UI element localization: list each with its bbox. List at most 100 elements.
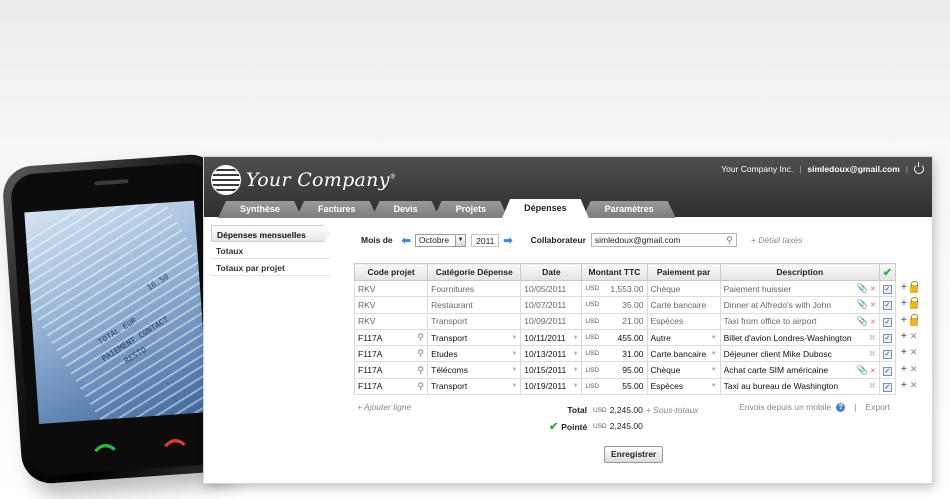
cell-code[interactable]: RKV <box>353 312 429 330</box>
cell-payment[interactable]: Carte bancaire ▼ <box>646 345 721 363</box>
remove-attachment-icon[interactable]: ✕ <box>870 286 876 293</box>
search-icon[interactable]: ⚲ <box>418 365 425 376</box>
delete-row-icon[interactable]: ✕ <box>910 331 918 342</box>
tab-parametres[interactable]: Paramètres <box>583 201 676 218</box>
cell-description[interactable]: Déjeuner client Mike Dubosc ⌘ <box>719 345 880 363</box>
sidebar-item-depenses-mensuelles[interactable]: Dépenses mensuelles <box>211 225 330 242</box>
row-checkbox[interactable]: ✓ <box>882 334 892 344</box>
company-logo[interactable]: Your Company® <box>211 165 396 195</box>
cell-amount[interactable]: USD 35.00 <box>581 296 648 314</box>
cell-checked[interactable]: ✓ <box>878 345 897 363</box>
delete-row-icon[interactable]: ✕ <box>910 347 918 358</box>
table-row[interactable]: F117A ⚲ Transport ▼ 10/11/2011 ▼ USD 455.00 Autr… <box>353 328 897 347</box>
delete-row-icon[interactable]: ✕ <box>910 364 918 375</box>
delete-row-icon[interactable]: ✕ <box>910 380 918 391</box>
cell-date[interactable]: 10/11/2011 ▼ <box>520 328 583 347</box>
cell-category[interactable]: Transport <box>427 312 522 330</box>
cell-description[interactable]: Dinner at Alfredo's with John 📎 ✕ <box>719 296 880 314</box>
detail-taxes-link[interactable]: + Détail taxes <box>751 235 803 245</box>
remove-attachment-icon[interactable]: ✕ <box>870 368 876 375</box>
paperclip-icon[interactable]: 📎 <box>857 316 868 326</box>
cell-date[interactable]: 10/13/2011 ▼ <box>520 345 583 363</box>
cell-date[interactable]: 10/15/2011 ▼ <box>520 361 583 379</box>
cell-category[interactable]: Restaurant <box>427 296 522 314</box>
cell-code[interactable]: RKV <box>353 296 429 314</box>
table-row[interactable]: F117A ⚲ Etudes ▼ 10/13/2011 ▼ USD 31.00 Carte ba… <box>353 345 897 363</box>
add-row-icon[interactable]: + <box>901 282 907 293</box>
cell-payment[interactable]: Carte bancaire <box>646 296 721 314</box>
paperclip-icon[interactable]: 📎 <box>857 365 868 375</box>
help-icon[interactable]: ? <box>836 402 846 412</box>
cell-category[interactable]: Fournitures <box>427 279 522 298</box>
column-header-code[interactable]: Code projet <box>353 263 429 281</box>
cell-code[interactable]: F117A ⚲ <box>353 377 429 396</box>
cell-code[interactable]: F117A ⚲ <box>353 345 429 363</box>
attach-icon[interactable]: ⌘ <box>869 334 876 342</box>
row-checkbox[interactable]: ✓ <box>882 285 892 295</box>
table-row[interactable]: RKV Restaurant 10/07/2011 USD 35.00 Carte ban… <box>353 296 897 314</box>
cell-description[interactable]: Billet d'avion Londres-Washington ⌘ <box>719 328 880 347</box>
add-row-icon[interactable]: + <box>901 380 907 391</box>
column-header-payment[interactable]: Paiement par <box>646 263 721 281</box>
save-button[interactable]: Enregistrer <box>604 446 664 463</box>
cell-date[interactable]: 10/07/2011 <box>520 296 583 314</box>
cell-checked[interactable]: ✓ <box>878 377 897 396</box>
cell-category[interactable]: Etudes ▼ <box>427 345 522 363</box>
year-field[interactable]: 2011 <box>471 233 500 247</box>
row-checkbox[interactable]: ✓ <box>882 382 892 392</box>
add-line-link[interactable]: + Ajouter ligne <box>357 402 411 412</box>
cell-checked[interactable]: ✓ <box>878 279 897 298</box>
subtotals-link[interactable]: + Sous-totaux <box>646 405 699 415</box>
cell-checked[interactable]: ✓ <box>878 361 897 379</box>
cell-payment[interactable]: Chèque ▼ <box>646 361 721 379</box>
cell-amount[interactable]: USD 21.00 <box>581 312 648 330</box>
cell-amount[interactable]: USD 95.00 <box>581 361 648 379</box>
attach-icon[interactable]: ⌘ <box>869 350 876 358</box>
previous-month-arrow-icon[interactable]: ⬅ <box>402 234 411 247</box>
cell-date[interactable]: 10/05/2011 <box>520 279 583 298</box>
cell-payment[interactable]: Espèces ▼ <box>646 377 721 396</box>
table-row[interactable]: F117A ⚲ Transport ▼ 10/19/2011 ▼ USD 55.00 Espèc… <box>353 377 897 396</box>
cell-checked[interactable]: ✓ <box>878 296 897 314</box>
cell-category[interactable]: Transport ▼ <box>427 377 522 396</box>
row-checkbox[interactable]: ✓ <box>882 317 892 327</box>
cell-code[interactable]: F117A ⚲ <box>353 328 429 347</box>
paperclip-icon[interactable]: 📎 <box>857 299 868 309</box>
row-checkbox[interactable]: ✓ <box>882 350 892 360</box>
export-link[interactable]: Export <box>865 402 890 412</box>
add-row-icon[interactable]: + <box>901 315 907 326</box>
next-month-arrow-icon[interactable]: ➡ <box>503 234 512 247</box>
table-row[interactable]: RKV Transport 10/09/2011 USD 21.00 Espèces Tax… <box>353 312 897 330</box>
lock-icon[interactable] <box>909 313 919 326</box>
tab-factures[interactable]: Factures <box>296 201 378 218</box>
cell-code[interactable]: RKV <box>353 279 429 298</box>
tab-devis[interactable]: Devis <box>372 201 440 218</box>
cell-description[interactable]: Taxi au bureau de Washington ⌘ <box>719 377 880 396</box>
search-icon[interactable]: ⚲ <box>418 332 425 343</box>
tab-projets[interactable]: Projets <box>434 201 509 218</box>
row-checkbox[interactable]: ✓ <box>882 366 892 376</box>
cell-payment[interactable]: Espèces <box>646 312 721 330</box>
cell-amount[interactable]: USD 1,553.00 <box>581 279 648 298</box>
search-icon[interactable]: ⚲ <box>726 234 733 247</box>
row-checkbox[interactable]: ✓ <box>882 301 892 311</box>
remove-attachment-icon[interactable]: ✕ <box>870 319 876 326</box>
logout-power-icon[interactable] <box>914 162 924 174</box>
cell-payment[interactable]: Autre ▼ <box>646 328 721 347</box>
cell-amount[interactable]: USD 55.00 <box>581 377 648 396</box>
cell-checked[interactable]: ✓ <box>878 328 897 347</box>
cell-checked[interactable]: ✓ <box>878 312 897 330</box>
lock-icon[interactable] <box>909 281 919 293</box>
add-row-icon[interactable]: + <box>901 298 907 309</box>
column-header-date[interactable]: Date <box>520 263 583 281</box>
column-header-description[interactable]: Description <box>719 263 880 281</box>
table-row[interactable]: F117A ⚲ Télécoms ▼ 10/15/2011 ▼ USD 95.00 Chèque… <box>353 361 897 379</box>
tab-depenses[interactable]: Dépenses <box>502 199 589 218</box>
column-header-amount[interactable]: Montant TTC <box>581 263 648 281</box>
cell-category[interactable]: Transport ▼ <box>427 328 522 347</box>
lock-icon[interactable] <box>909 297 919 310</box>
collaborator-input[interactable]: simledoux@gmail.com ⚲ <box>590 233 737 247</box>
cell-amount[interactable]: USD 31.00 <box>581 345 648 363</box>
cell-description[interactable]: Paiement huissier 📎 ✕ <box>719 279 880 298</box>
paperclip-icon[interactable]: 📎 <box>857 283 868 293</box>
